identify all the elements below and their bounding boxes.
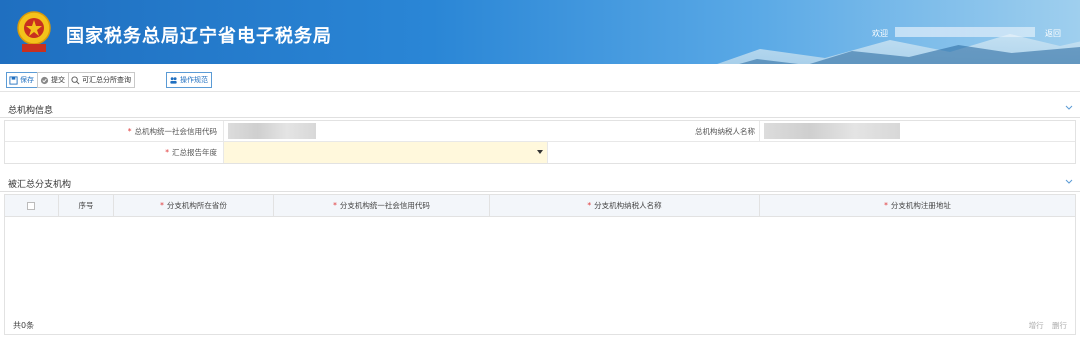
select-all-cell bbox=[5, 195, 59, 217]
column-header-credit-code-text: 分支机构统一社会信用代码 bbox=[339, 201, 430, 210]
column-header-index: 序号 bbox=[59, 195, 114, 217]
add-row-button[interactable]: 增行 bbox=[1029, 321, 1044, 330]
operation-guide-button[interactable]: 操作规范 bbox=[166, 72, 212, 88]
section-head-org[interactable]: 总机构信息 bbox=[0, 98, 1080, 118]
report-year-select[interactable] bbox=[223, 142, 547, 163]
welcome-text: 欢迎 bbox=[872, 29, 888, 38]
credit-code-redacted bbox=[228, 123, 316, 139]
column-header-address-text: 分支机构注册地址 bbox=[890, 201, 951, 210]
save-icon bbox=[9, 75, 18, 85]
taxpayer-name-redacted bbox=[764, 123, 900, 139]
column-header-credit-code[interactable]: * 分支机构统一社会信用代码 bbox=[274, 195, 490, 217]
section-title: 总机构信息 bbox=[8, 106, 54, 116]
delete-row-button[interactable]: 删行 bbox=[1052, 321, 1067, 330]
column-header-taxpayer-name-text: 分支机构纳税人名称 bbox=[594, 201, 662, 210]
form-row: * 总机构统一社会信用代码 总机构纳税人名称 bbox=[5, 121, 1075, 142]
chevron-down-icon[interactable] bbox=[1064, 176, 1074, 186]
column-header-address[interactable]: * 分支机构注册地址 bbox=[760, 195, 1075, 217]
username-redacted bbox=[895, 27, 1035, 37]
search-icon bbox=[71, 75, 80, 84]
taxpayer-name-field bbox=[759, 121, 1075, 142]
required-mark: * bbox=[333, 201, 337, 210]
column-header-province-text: 分支机构所在省份 bbox=[166, 201, 227, 210]
tax-emblem-icon bbox=[17, 11, 51, 52]
head-org-form: * 总机构统一社会信用代码 总机构纳税人名称 * 汇总报告年度 bbox=[4, 120, 1076, 164]
header-banner: 国家税务总局辽宁省电子税务局 欢迎 返回 bbox=[0, 0, 1080, 64]
required-mark: * bbox=[884, 201, 888, 210]
empty-cell bbox=[547, 142, 1075, 163]
required-mark: * bbox=[587, 201, 592, 210]
report-year-label-text: 汇总报告年度 bbox=[172, 148, 217, 157]
select-all-checkbox[interactable] bbox=[27, 202, 35, 210]
column-header-taxpayer-name[interactable]: * 分支机构纳税人名称 bbox=[490, 195, 760, 217]
operation-guide-label: 操作规范 bbox=[180, 76, 208, 84]
credit-code-field bbox=[223, 121, 547, 142]
toolbar: 保存 提交 可汇总分所查询 操作规范 bbox=[0, 66, 1080, 92]
record-count: 共0条 bbox=[13, 321, 35, 330]
section-branches[interactable]: 被汇总分支机构 bbox=[0, 172, 1080, 192]
branches-table: 序号 * 分支机构所在省份 * 分支机构统一社会信用代码 * 分支机构纳税人名称 * 分… bbox=[4, 194, 1076, 335]
people-icon bbox=[170, 76, 177, 84]
back-link[interactable]: 返回 bbox=[1045, 28, 1061, 39]
table-header: 序号 * 分支机构所在省份 * 分支机构统一社会信用代码 * 分支机构纳税人名称 * 分… bbox=[5, 195, 1075, 217]
section-title: 被汇总分支机构 bbox=[8, 180, 72, 190]
chevron-down-icon[interactable] bbox=[1064, 102, 1074, 112]
page-title: 国家税务总局辽宁省电子税务局 bbox=[66, 26, 332, 47]
required-mark: * bbox=[160, 201, 164, 210]
taxpayer-name-label: 总机构纳税人名称 bbox=[695, 127, 755, 136]
credit-code-label-text: 总机构统一社会信用代码 bbox=[134, 127, 218, 136]
table-actions: 增行 删行 bbox=[1023, 320, 1067, 331]
save-button[interactable]: 保存 bbox=[6, 72, 38, 88]
credit-code-label: * 总机构统一社会信用代码 bbox=[5, 121, 217, 142]
form-row: * 汇总报告年度 bbox=[5, 142, 1075, 163]
report-year-label: * 汇总报告年度 bbox=[5, 142, 217, 163]
submit-button-label: 提交 bbox=[51, 76, 65, 84]
required-mark: * bbox=[165, 148, 169, 157]
submit-button[interactable]: 提交 bbox=[37, 72, 69, 88]
required-mark: * bbox=[127, 127, 132, 136]
column-header-province[interactable]: * 分支机构所在省份 bbox=[114, 195, 274, 217]
aggregate-query-button[interactable]: 可汇总分所查询 bbox=[68, 72, 135, 88]
aggregate-query-label: 可汇总分所查询 bbox=[82, 76, 131, 84]
save-button-label: 保存 bbox=[20, 76, 34, 84]
submit-icon bbox=[40, 76, 49, 84]
dropdown-caret-icon[interactable] bbox=[537, 150, 543, 154]
